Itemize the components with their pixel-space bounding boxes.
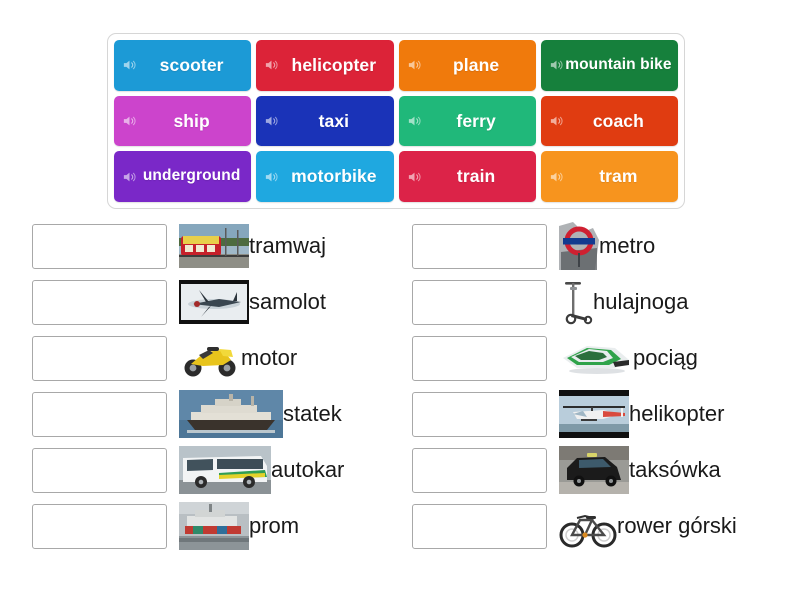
speaker-icon[interactable] <box>264 58 279 73</box>
mountain-bike-photo <box>559 500 617 552</box>
drop-target-pociąg[interactable] <box>412 335 547 381</box>
ship-photo <box>179 388 283 440</box>
answer-label: helikopter <box>629 401 725 426</box>
answer-label: hulajnoga <box>593 289 689 314</box>
train-photo <box>559 332 633 384</box>
answer-row: statek <box>32 386 400 442</box>
speaker-icon[interactable] <box>122 169 137 184</box>
answer-label: statek <box>283 401 342 426</box>
word-tile-underground[interactable]: underground <box>114 151 252 202</box>
speaker-icon[interactable] <box>549 169 564 184</box>
answer-columns: tramwaj samolot motor statek autokar prom met… <box>0 218 800 554</box>
answer-row: helikopter <box>412 386 800 442</box>
activity-page: scooter helicopter plane mountain bike ship t… <box>0 0 800 600</box>
speaker-icon[interactable] <box>549 58 564 73</box>
tram-photo <box>179 220 249 272</box>
answer-row: pociąg <box>412 330 800 386</box>
answer-label: prom <box>249 513 300 538</box>
word-bank-panel: scooter helicopter plane mountain bike ship t… <box>107 33 685 209</box>
kick-scooter-photo <box>559 276 593 328</box>
drop-target-prom[interactable] <box>32 503 167 549</box>
taxi-photo <box>559 444 629 496</box>
speaker-icon[interactable] <box>407 169 422 184</box>
word-bank-grid: scooter helicopter plane mountain bike ship t… <box>114 40 678 202</box>
coach-bus-photo <box>179 444 271 496</box>
speaker-icon[interactable] <box>549 113 564 128</box>
word-tile-ship[interactable]: ship <box>114 95 252 147</box>
drop-target-samolot[interactable] <box>32 279 167 325</box>
word-tile-scooter[interactable]: scooter <box>114 40 252 91</box>
drop-target-rower-górski[interactable] <box>412 503 547 549</box>
answer-column-right: metro hulajnoga pociąg helikopter taksówka ro… <box>400 218 800 554</box>
airplane-photo <box>179 276 249 328</box>
word-tile-motorbike[interactable]: motorbike <box>256 151 394 202</box>
answer-row: metro <box>412 218 800 274</box>
word-tile-coach[interactable]: coach <box>540 95 678 147</box>
speaker-icon[interactable] <box>122 58 137 73</box>
answer-label: motor <box>241 345 298 370</box>
motorbike-photo <box>179 332 241 384</box>
drop-target-metro[interactable] <box>412 223 547 269</box>
underground-roundel-photo <box>559 220 599 272</box>
word-tile-mountain-bike[interactable]: mountain bike <box>540 40 678 91</box>
answer-row: rower górski <box>412 498 800 554</box>
answer-label: tramwaj <box>249 233 327 258</box>
answer-row: motor <box>32 330 400 386</box>
answer-row: autokar <box>32 442 400 498</box>
answer-row: tramwaj <box>32 218 400 274</box>
drop-target-hulajnoga[interactable] <box>412 279 547 325</box>
speaker-icon[interactable] <box>264 169 279 184</box>
speaker-icon[interactable] <box>407 113 422 128</box>
answer-label: autokar <box>271 457 345 482</box>
drop-target-motor[interactable] <box>32 335 167 381</box>
speaker-icon[interactable] <box>407 58 422 73</box>
answer-row: hulajnoga <box>412 274 800 330</box>
ferry-photo <box>179 500 249 552</box>
word-tile-taxi[interactable]: taxi <box>256 95 394 147</box>
speaker-icon[interactable] <box>264 113 279 128</box>
answer-label: taksówka <box>629 457 721 482</box>
answer-column-left: tramwaj samolot motor statek autokar prom <box>0 218 400 554</box>
word-tile-helicopter[interactable]: helicopter <box>256 40 394 91</box>
drop-target-tramwaj[interactable] <box>32 223 167 269</box>
drop-target-taksówka[interactable] <box>412 447 547 493</box>
answer-row: samolot <box>32 274 400 330</box>
word-tile-train[interactable]: train <box>398 151 536 202</box>
helicopter-photo <box>559 388 629 440</box>
drop-target-autokar[interactable] <box>32 447 167 493</box>
answer-label: rower górski <box>617 513 737 538</box>
answer-label: samolot <box>249 289 327 314</box>
word-tile-tram[interactable]: tram <box>540 151 678 202</box>
word-tile-ferry[interactable]: ferry <box>398 95 536 147</box>
drop-target-statek[interactable] <box>32 391 167 437</box>
answer-label: metro <box>599 233 656 258</box>
drop-target-helikopter[interactable] <box>412 391 547 437</box>
answer-label: pociąg <box>633 345 698 370</box>
answer-row: taksówka <box>412 442 800 498</box>
word-tile-plane[interactable]: plane <box>398 40 536 91</box>
answer-row: prom <box>32 498 400 554</box>
speaker-icon[interactable] <box>122 113 137 128</box>
